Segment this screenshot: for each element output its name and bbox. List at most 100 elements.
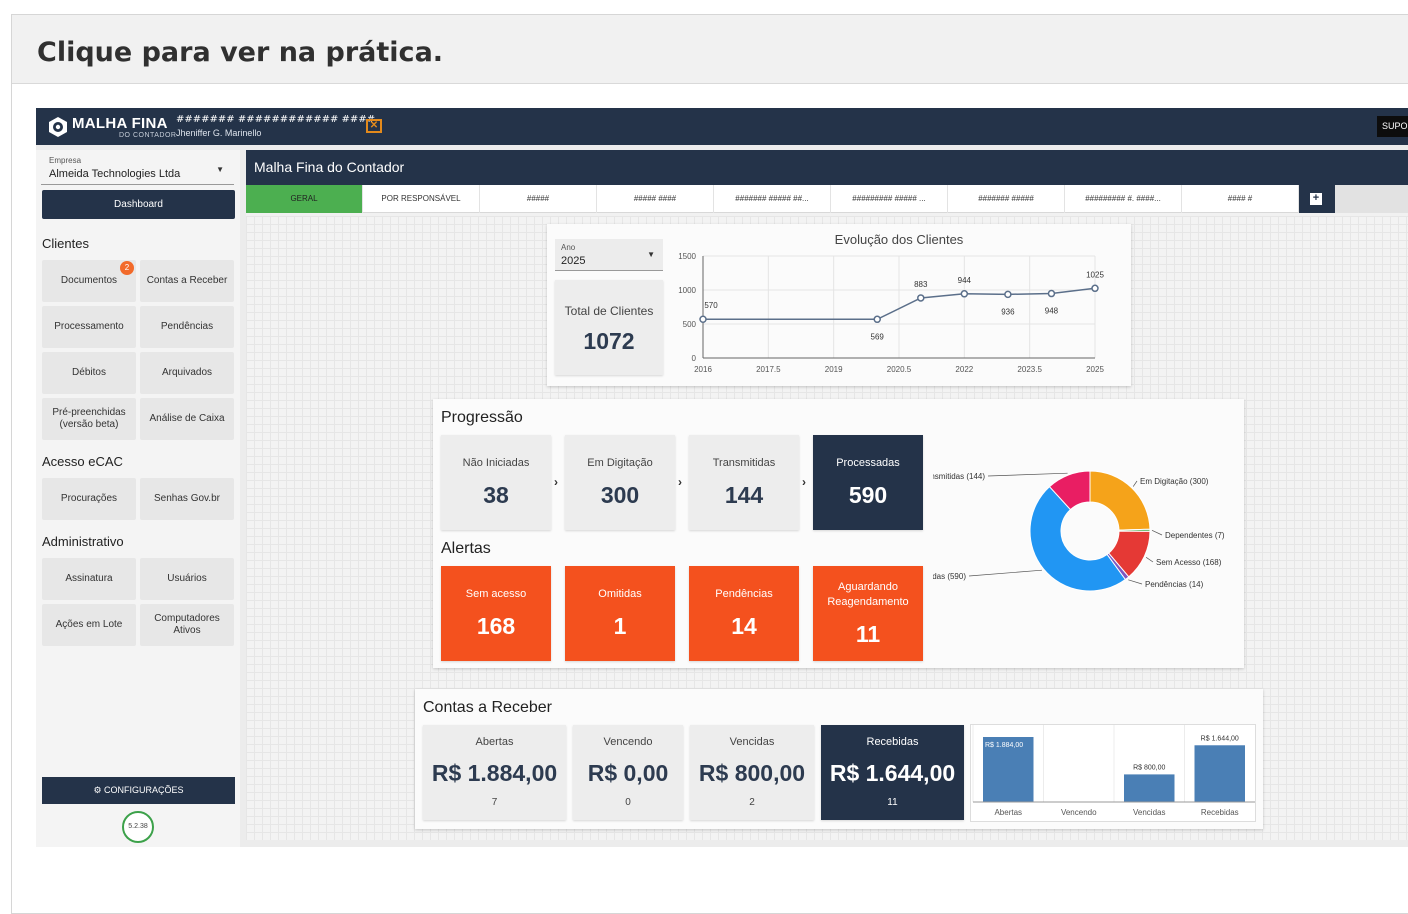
- sidebar-item-processamento[interactable]: Processamento: [42, 306, 136, 348]
- alert-value: 168: [476, 613, 516, 639]
- year-select[interactable]: Ano 2025 ▼: [555, 239, 663, 271]
- alert-label: Aguardando Reagendamento: [827, 581, 909, 608]
- tab-hidden-3[interactable]: ####### ##### ##...: [714, 185, 831, 213]
- data-label: R$ 1.644,00: [1201, 735, 1239, 742]
- x-tick-label: Vencidas: [1133, 808, 1165, 817]
- tab-hidden-7[interactable]: #### #: [1182, 185, 1299, 213]
- money-count: 7: [491, 797, 498, 808]
- sidebar-item-procuracoes[interactable]: Procurações: [42, 478, 136, 520]
- money-label: Vencidas: [729, 736, 775, 748]
- stat-nao-iniciadas[interactable]: Não Iniciadas 38: [441, 435, 551, 530]
- app-window: MALHA FINA DO CONTADOR ####### #########…: [36, 108, 1408, 847]
- evolucao-card: Ano 2025 ▼ Total de Clientes 1072 Evoluç…: [547, 224, 1131, 386]
- sidebar-item-pre-preenchidas[interactable]: Pré-preenchidas (versão beta): [42, 398, 136, 440]
- y-tick-label: 500: [683, 320, 697, 329]
- x-tick-label: 2016: [694, 365, 712, 374]
- tab-hidden-4[interactable]: ######### ##### ...: [831, 185, 948, 213]
- y-tick-label: 0: [692, 354, 697, 363]
- data-label: 883: [914, 280, 928, 289]
- company-select-value: Almeida Technologies Ltda: [49, 168, 181, 180]
- slice-leader-line: [968, 569, 1042, 577]
- sidebar-item-senhas-govbr[interactable]: Senhas Gov.br: [140, 478, 234, 520]
- x-tick-label: Vencendo: [1061, 808, 1097, 817]
- money-count: 11: [887, 797, 898, 808]
- tab-hidden-1[interactable]: #####: [480, 185, 597, 213]
- sidebar-item-computadores-ativos[interactable]: Computadores Ativos: [140, 604, 234, 646]
- alert-aguardando-reagendamento[interactable]: Aguardando Reagendamento 11: [813, 566, 923, 661]
- caret-down-icon: ▼: [647, 250, 655, 259]
- tab-hidden-6[interactable]: ######### #. ####...: [1065, 185, 1182, 213]
- money-value: R$ 1.644,00: [829, 760, 956, 786]
- sidebar-item-contas-a-receber[interactable]: Contas a Receber: [140, 260, 234, 302]
- alert-label: Omitidas: [598, 588, 642, 600]
- settings-button[interactable]: ⚙ CONFIGURAÇÕES: [42, 777, 235, 804]
- alert-sem-acesso[interactable]: Sem acesso 168: [441, 566, 551, 661]
- money-vencendo[interactable]: Vencendo R$ 0,00 0: [573, 725, 683, 820]
- data-label: 948: [1045, 307, 1059, 316]
- main-content: Malha Fina do Contador GERAL POR RESPONS…: [246, 150, 1408, 840]
- slice-leader-line: [1151, 529, 1163, 536]
- dashboard-button[interactable]: Dashboard: [42, 190, 235, 219]
- slice-leader-line: [1128, 579, 1143, 585]
- year-select-value: 2025: [561, 255, 586, 267]
- data-label: 569: [871, 332, 885, 341]
- banner: Clique para ver na prática.: [12, 15, 1408, 84]
- notification-badge: 2: [120, 261, 134, 275]
- data-point: [960, 290, 969, 298]
- money-recebidas[interactable]: Recebidas R$ 1.644,00 11: [821, 725, 964, 820]
- money-label: Abertas: [475, 736, 514, 748]
- logo[interactable]: MALHA FINA DO CONTADOR: [47, 113, 177, 141]
- sidebar-item-documentos[interactable]: Documentos 2: [42, 260, 136, 302]
- sidebar-item-assinatura[interactable]: Assinatura: [42, 558, 136, 600]
- tab-bar-filler: [1335, 185, 1408, 213]
- alert-pendencias[interactable]: Pendências 14: [689, 566, 799, 661]
- company-select[interactable]: Empresa Almeida Technologies Ltda ▼: [41, 151, 234, 185]
- data-label: 944: [958, 276, 972, 285]
- bar: [1124, 774, 1175, 802]
- data-label: R$ 800,00: [1133, 764, 1165, 771]
- money-label: Vencendo: [603, 736, 653, 748]
- year-select-label: Ano: [561, 243, 576, 252]
- slice-label: Pendências (14): [1145, 580, 1204, 589]
- close-box-icon[interactable]: ✕: [366, 119, 382, 133]
- y-tick-label: 1000: [678, 286, 696, 295]
- sidebar-item-arquivados[interactable]: Arquivados: [140, 352, 234, 394]
- support-button[interactable]: SUPOR: [1377, 116, 1408, 137]
- sidebar-item-debitos[interactable]: Débitos: [42, 352, 136, 394]
- slice-leader-line: [1132, 480, 1138, 487]
- data-label: 1025: [1086, 270, 1104, 279]
- sidebar-item-analise-de-caixa[interactable]: Análise de Caixa: [140, 398, 234, 440]
- money-value: R$ 800,00: [698, 760, 806, 786]
- money-abertas[interactable]: Abertas R$ 1.884,00 7: [423, 725, 566, 820]
- stat-label: Não Iniciadas: [462, 457, 530, 469]
- money-vencidas[interactable]: Vencidas R$ 800,00 2: [690, 725, 814, 820]
- x-tick-label: 2022: [955, 365, 973, 374]
- stat-label: Transmitidas: [712, 457, 776, 469]
- tab-geral[interactable]: GERAL: [246, 185, 363, 213]
- settings-button-label: CONFIGURAÇÕES: [104, 785, 184, 795]
- stat-processadas[interactable]: Processadas 590: [813, 435, 923, 530]
- company-select-label: Empresa: [49, 156, 82, 165]
- chevron-right-icon: ›: [802, 475, 806, 489]
- y-tick-label: 1500: [678, 252, 696, 261]
- data-point: [1091, 284, 1099, 293]
- add-tab-button[interactable]: +: [1299, 185, 1335, 213]
- stat-label: Processadas: [836, 457, 900, 469]
- alert-omitidas[interactable]: Omitidas 1: [565, 566, 675, 661]
- sidebar-item-pendencias[interactable]: Pendências: [140, 306, 234, 348]
- stat-value: 38: [483, 482, 509, 508]
- tab-hidden-2[interactable]: ##### ####: [597, 185, 714, 213]
- sidebar-item-acoes-em-lote[interactable]: Ações em Lote: [42, 604, 136, 646]
- sidebar: Empresa Almeida Technologies Ltda ▼ Dash…: [36, 150, 240, 847]
- x-tick-label: 2020.5: [887, 365, 912, 374]
- tab-hidden-5[interactable]: ####### #####: [948, 185, 1065, 213]
- tab-por-responsavel[interactable]: POR RESPONSÁVEL: [363, 185, 480, 213]
- stat-em-digitacao[interactable]: Em Digitação 300: [565, 435, 675, 530]
- slice-label: Transmitidas (144): [933, 472, 985, 481]
- chevron-right-icon: ›: [554, 475, 558, 489]
- top-bar: MALHA FINA DO CONTADOR ####### #########…: [36, 108, 1408, 145]
- sidebar-item-usuarios[interactable]: Usuários: [140, 558, 234, 600]
- stat-transmitidas[interactable]: Transmitidas 144: [689, 435, 799, 530]
- x-tick-label: 2017.5: [756, 365, 781, 374]
- data-point: [699, 315, 707, 323]
